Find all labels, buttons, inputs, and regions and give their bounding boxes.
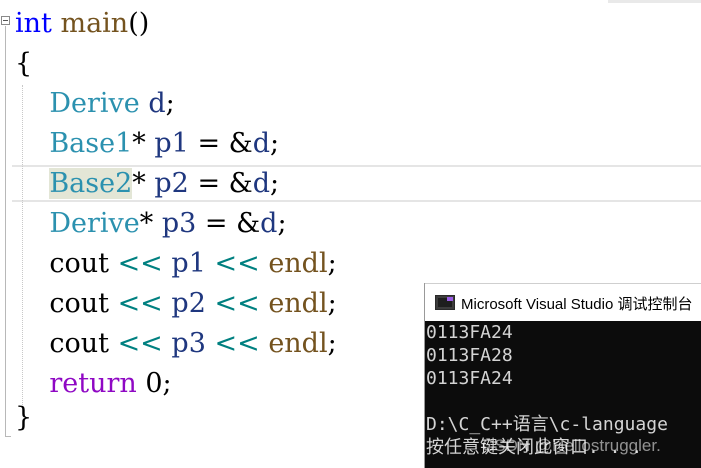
code-token: Base2 [49,168,133,199]
code-line[interactable]: cout << p2 << endl; [15,284,337,324]
code-token: << [117,288,163,319]
console-output-line: 0113FA24 [426,322,513,343]
code-token: ; [269,128,280,159]
code-token: << [117,328,163,359]
fold-guide-line [5,26,6,436]
code-token: ; [277,208,287,239]
code-token: ; [269,168,280,199]
code-token: { [15,48,33,79]
fold-guide-end [5,436,11,437]
code-token: * [132,128,155,159]
code-token: main [60,8,129,39]
code-token: << [214,328,260,359]
console-output-line: 0113FA24 [426,368,513,389]
code-token: d [148,88,166,119]
code-token: * [132,168,155,199]
code-token: = & [188,168,253,199]
code-token: = & [196,208,261,239]
code-token: p2 [171,288,206,319]
console-output-line: D:\C_C++语言\c-language [426,414,668,435]
code-line[interactable]: } [15,398,32,438]
code-token: p1 [154,128,189,159]
code-token: = & [188,128,253,159]
code-token: d [260,208,278,239]
code-line[interactable]: int main() [15,4,149,44]
code-token: ; [165,88,175,119]
code-token: << [214,288,260,319]
code-line[interactable]: { [15,44,32,84]
code-token: ; [327,288,337,319]
code-token: p1 [171,248,206,279]
console-titlebar[interactable]: Microsoft Visual Studio 调试控制台 [425,283,701,321]
console-output-line: 0113FA28 [426,345,513,366]
collapse-minus-icon[interactable] [1,16,10,25]
code-line[interactable]: return 0; [15,364,172,404]
code-line[interactable]: Base2* p2 = &d; [15,164,279,204]
code-token: Derive [49,88,140,119]
code-token: endl [268,328,328,359]
code-token: p3 [161,208,197,239]
code-token: d [252,128,270,159]
scrollbar-marker [608,0,701,3]
code-line[interactable]: Derive* p3 = &d; [15,204,287,244]
code-line[interactable]: cout << p3 << endl; [15,324,337,364]
code-token: int [15,8,52,39]
code-token: endl [268,248,328,279]
code-token: * [139,208,162,239]
code-token: ; [327,248,337,279]
code-line[interactable]: Base1* p1 = &d; [15,124,279,164]
code-token: Base1 [49,128,133,159]
code-token: return [49,368,137,399]
code-token: endl [268,288,328,319]
code-token: << [214,248,260,279]
code-line[interactable]: cout << p1 << endl; [15,244,337,284]
code-token: p2 [154,168,189,199]
code-token: () [128,8,150,39]
code-line[interactable]: Derive d; [15,84,175,124]
code-token: cout [49,288,109,319]
visual-studio-console-icon [435,295,455,310]
code-token: cout [49,328,109,359]
console-title: Microsoft Visual Studio 调试控制台 [461,296,693,313]
code-token: Derive [49,208,140,239]
code-token: p3 [171,328,206,359]
code-token: 0; [136,368,172,399]
code-token: d [252,168,270,199]
code-token: ; [327,328,337,359]
code-token: << [117,248,163,279]
code-token: } [15,402,33,433]
code-token: cout [49,248,109,279]
csdn-watermark: CSDN @Hellostruggler. [482,436,661,455]
